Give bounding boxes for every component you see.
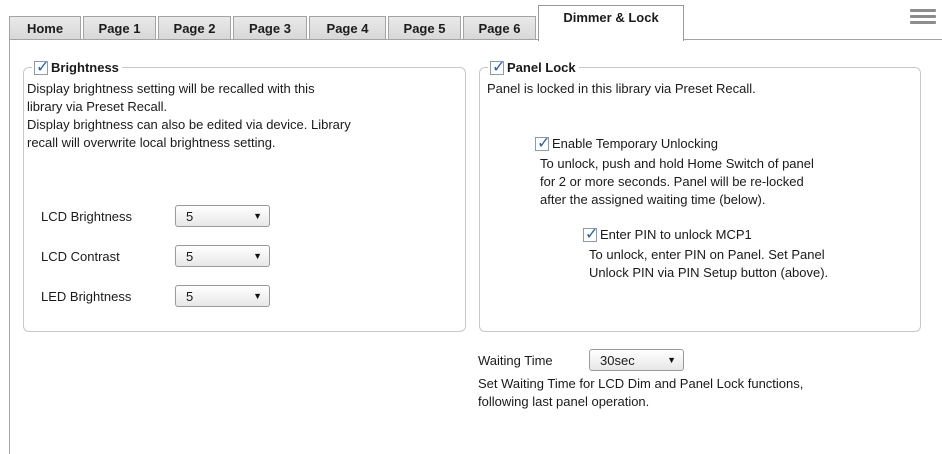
lcd-brightness-value: 5 [186, 208, 194, 224]
tab-page-4[interactable]: Page 4 [309, 16, 386, 40]
waiting-time-value: 30sec [600, 352, 635, 368]
temp-unlock-desc-line-1: To unlock, push and hold Home Switch of … [540, 156, 814, 171]
temp-unlock-desc-line-3: after the assigned waiting time (below). [540, 192, 766, 207]
brightness-checkbox[interactable] [34, 57, 49, 76]
chevron-down-icon: ▼ [253, 251, 262, 261]
waiting-time-desc-line-1: Set Waiting Time for LCD Dim and Panel L… [478, 376, 804, 391]
brightness-desc-line-4: recall will overwrite local brightness s… [27, 135, 276, 150]
waiting-time-desc-line-2: following last panel operation. [478, 394, 650, 409]
temp-unlock-checkbox[interactable] [535, 133, 550, 152]
hamburger-menu-icon[interactable] [910, 9, 936, 25]
panel-lock-checkbox[interactable] [490, 57, 505, 76]
led-brightness-select[interactable]: 5 ▼ [175, 285, 270, 307]
tab-page-3[interactable]: Page 3 [233, 16, 307, 40]
brightness-desc-line-3: Display brightness can also be edited vi… [27, 117, 351, 132]
chevron-down-icon: ▼ [667, 355, 676, 365]
pin-unlock-option: Enter PIN to unlock MCP1 [583, 224, 752, 243]
pin-unlock-desc-line-1: To unlock, enter PIN on Panel. Set Panel [589, 247, 825, 262]
pin-unlock-label: Enter PIN to unlock MCP1 [600, 227, 752, 242]
chevron-down-icon: ▼ [253, 211, 262, 221]
panel-lock-title: Panel Lock [507, 60, 576, 75]
tab-page-1[interactable]: Page 1 [83, 16, 156, 40]
brightness-desc-line-2: library via Preset Recall. [27, 99, 168, 114]
lcd-contrast-row: LCD Contrast 5 ▼ [41, 245, 270, 267]
panel-lock-desc: Panel is locked in this library via Pres… [487, 81, 756, 96]
temp-unlock-option: Enable Temporary Unlocking [535, 133, 718, 152]
waiting-time-label: Waiting Time [478, 352, 553, 368]
tab-dimmer-lock[interactable]: Dimmer & Lock [538, 5, 684, 41]
tab-home[interactable]: Home [9, 16, 81, 40]
brightness-desc-line-1: Display brightness setting will be recal… [27, 81, 315, 96]
waiting-time-select[interactable]: 30sec ▼ [589, 349, 684, 371]
led-brightness-label: LED Brightness [41, 288, 132, 304]
tab-page-2[interactable]: Page 2 [158, 16, 231, 40]
tab-page-5[interactable]: Page 5 [388, 16, 461, 40]
lcd-contrast-value: 5 [186, 248, 194, 264]
waiting-time-row: Waiting Time 30sec ▼ [478, 349, 684, 371]
brightness-legend: Brightness [32, 57, 122, 76]
lcd-brightness-label: LCD Brightness [41, 208, 133, 224]
lcd-contrast-label: LCD Contrast [41, 248, 120, 264]
led-brightness-value: 5 [186, 288, 194, 304]
pin-unlock-desc-line-2: Unlock PIN via PIN Setup button (above). [589, 265, 829, 280]
pin-unlock-checkbox[interactable] [583, 224, 598, 243]
tab-content: Brightness Display brightness setting wi… [9, 40, 942, 454]
temp-unlock-desc-line-2: for 2 or more seconds. Panel will be re-… [540, 174, 804, 189]
lcd-brightness-select[interactable]: 5 ▼ [175, 205, 270, 227]
tab-page-6[interactable]: Page 6 [463, 16, 536, 40]
temp-unlock-label: Enable Temporary Unlocking [552, 136, 718, 151]
led-brightness-row: LED Brightness 5 ▼ [41, 285, 270, 307]
chevron-down-icon: ▼ [253, 291, 262, 301]
lcd-brightness-row: LCD Brightness 5 ▼ [41, 205, 270, 227]
panel-lock-legend: Panel Lock [488, 57, 579, 76]
tab-list: Home Page 1 Page 2 Page 3 Page 4 Page 5 … [9, 5, 686, 41]
lcd-contrast-select[interactable]: 5 ▼ [175, 245, 270, 267]
brightness-title: Brightness [51, 60, 119, 75]
tab-bar: Home Page 1 Page 2 Page 3 Page 4 Page 5 … [0, 0, 942, 41]
